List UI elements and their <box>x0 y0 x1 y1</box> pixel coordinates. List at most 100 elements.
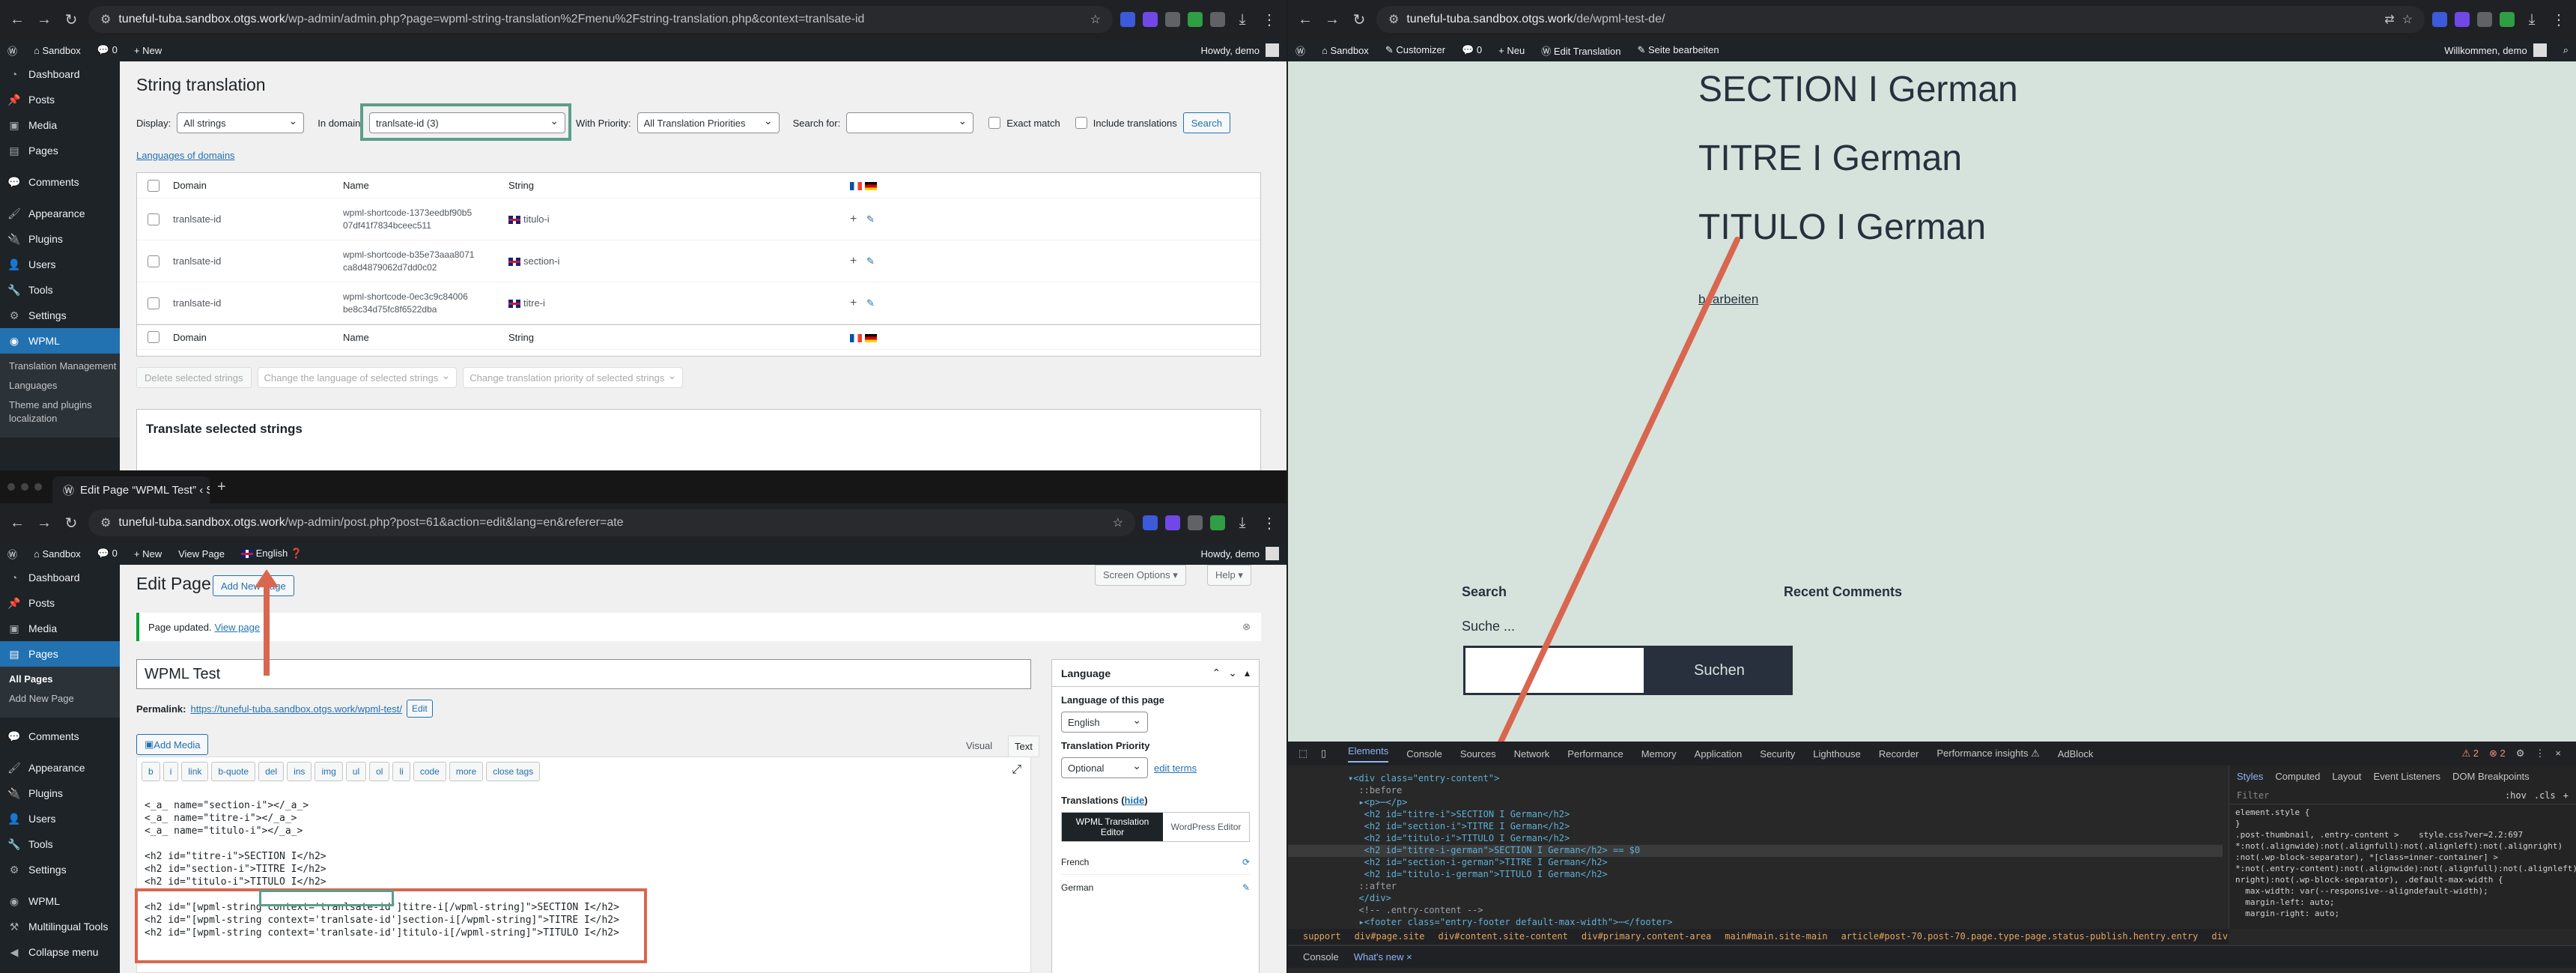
quicktag-button[interactable]: ol <box>369 762 390 781</box>
sidebar-item-posts[interactable]: 📌 Posts <box>0 590 120 616</box>
sidebar-item-settings[interactable]: ⚙ Settings <box>0 303 120 328</box>
quicktag-button[interactable]: b <box>142 762 160 781</box>
collapse-icon[interactable]: ▴ <box>1245 667 1250 679</box>
sidebar-item-appearance[interactable]: 🖌 Appearance <box>0 201 120 226</box>
sidebar-item-pages[interactable]: ▤ Pages <box>0 641 120 667</box>
dom-node-line[interactable]: ▸<footer class="entry-footer default-max… <box>1288 917 2223 929</box>
devtools-tab[interactable]: Performance insights ⚠ <box>1936 748 2039 760</box>
priority-select[interactable]: Optional <box>1061 757 1148 778</box>
warnings-badge[interactable]: ⚠ 2 <box>2462 748 2479 760</box>
devtools-tab[interactable]: Memory <box>1641 748 1677 760</box>
priority-select[interactable]: All Translation Priorities <box>637 112 780 133</box>
sidebar-item-wpml[interactable]: ◉ WPML <box>0 888 120 914</box>
sidebar-item-wpml[interactable]: ◉ WPML <box>0 328 120 354</box>
admin-bar-howdy[interactable]: Howdy, demo <box>1200 548 1260 560</box>
move-down-icon[interactable]: ⌄ <box>1228 667 1237 679</box>
dom-node-line[interactable]: <h2 id="section-i-german">TITRE I German… <box>1288 857 2223 869</box>
admin-bar-howdy[interactable]: Howdy, demo <box>1200 45 1260 56</box>
breadcrumb-item[interactable]: article#post-70.post-70.page.type-page.s… <box>1841 931 2199 942</box>
sidebar-item-posts[interactable]: 📌 Posts <box>0 87 120 112</box>
dom-node-line[interactable]: ▸<p>⋯</p> <box>1288 797 2223 809</box>
devtools-tab[interactable]: Elements <box>1348 745 1389 763</box>
cls-toggle[interactable]: .cls <box>2534 790 2556 801</box>
wpml-editor-tab[interactable]: WPML Translation Editor <box>1062 813 1163 841</box>
site-info-icon[interactable]: ⚙ <box>100 12 111 27</box>
styles-tab[interactable]: Computed <box>2275 771 2320 782</box>
add-media-button[interactable]: ▣ Add Media <box>136 734 209 755</box>
devtools-tab[interactable]: Recorder <box>1879 748 1919 760</box>
dom-node-line[interactable]: ::after <box>1288 881 2223 893</box>
edit-terms-link[interactable]: edit terms <box>1154 763 1197 774</box>
quicktag-button[interactable]: close tags <box>486 762 541 781</box>
download-icon[interactable]: ⤓ <box>1233 515 1252 532</box>
admin-bar-new[interactable]: + New <box>134 45 162 56</box>
dom-node-line[interactable]: <h2 id="titre-i">SECTION I German</h2> <box>1288 809 2223 821</box>
avatar[interactable] <box>1266 547 1279 560</box>
sidebar-item-plugins[interactable]: 🔌 Plugins <box>0 226 120 252</box>
quicktag-button[interactable]: code <box>413 762 446 781</box>
dom-node-line[interactable]: </div> <box>1288 893 2223 905</box>
exact-match-checkbox[interactable] <box>988 117 1001 129</box>
tab-visual[interactable]: Visual <box>966 740 992 751</box>
sidebar-item-tools[interactable]: 🔧 Tools <box>0 277 120 303</box>
menu-dots-icon[interactable]: ⋮ <box>1260 514 1279 533</box>
sidebar-item-plugins[interactable]: 🔌 Plugins <box>0 780 120 806</box>
address-bar[interactable]: ⚙ tuneful-tuba.sandbox.otgs.work/wp-admi… <box>88 509 1135 536</box>
sync-icon[interactable]: ⟳ <box>1242 857 1250 867</box>
browser-tab[interactable]: ⓌEdit Page “WPML Test” ‹ Sand× <box>52 476 210 503</box>
devtools-tab[interactable]: Lighthouse <box>1813 748 1861 760</box>
breadcrumb-item[interactable]: div#primary.content-area <box>1582 931 1711 942</box>
new-tab-icon[interactable]: + <box>217 479 226 496</box>
menu-dots-icon[interactable]: ⋮ <box>1260 10 1279 29</box>
sidebar-item-tools[interactable]: 🔧 Tools <box>0 831 120 857</box>
styles-tab[interactable]: DOM Breakpoints <box>2452 771 2530 782</box>
errors-badge[interactable]: ⊗ 2 <box>2489 748 2506 760</box>
dom-node-line[interactable]: <h2 id="titulo-i">TITULO I German</h2> <box>1288 833 2223 845</box>
wp-editor-tab[interactable]: WordPress Editor <box>1163 813 1249 841</box>
permalink-link[interactable]: https://tuneful-tuba.sandbox.otgs.work/w… <box>190 703 402 715</box>
delete-selected-button[interactable]: Delete selected strings <box>136 367 252 388</box>
download-icon[interactable]: ⤓ <box>1233 11 1252 28</box>
submenu-add-new-page[interactable]: Add New Page <box>9 692 120 706</box>
dom-node-line[interactable]: ::before <box>1288 785 2223 797</box>
extension-icon[interactable] <box>1143 515 1158 530</box>
permalink-edit-button[interactable]: Edit <box>407 700 433 718</box>
back-icon[interactable]: ← <box>7 11 27 28</box>
search-input[interactable] <box>846 112 974 133</box>
admin-bar-comments[interactable]: 💬 0 <box>97 548 118 560</box>
sidebar-item-collapse-menu[interactable]: ◀ Collapse menu <box>0 939 120 965</box>
styles-tab[interactable]: Layout <box>2332 771 2361 782</box>
quicktag-button[interactable]: link <box>181 762 209 781</box>
sidebar-item-pages[interactable]: ▤ Pages <box>0 138 120 163</box>
sidebar-item-multilingual-tools[interactable]: ⚒ Multilingual Tools <box>0 914 120 939</box>
sidebar-item-dashboard[interactable]: ◔ Dashboard <box>0 565 120 590</box>
breadcrumb-item[interactable]: div.entry-content <box>2211 931 2229 942</box>
sidebar-item-dashboard[interactable]: ◔ Dashboard <box>0 61 120 87</box>
devtools-tab[interactable]: Application <box>1695 748 1743 760</box>
view-page-link[interactable]: View page <box>215 622 260 633</box>
extension-icon[interactable] <box>1120 12 1135 27</box>
breadcrumb-item[interactable]: support <box>1303 931 1341 942</box>
extension-icon[interactable] <box>1165 515 1180 530</box>
sidebar-item-users[interactable]: 👤 Users <box>0 252 120 277</box>
breadcrumb-item[interactable]: div#page.site <box>1355 931 1425 942</box>
extension-icon[interactable] <box>1188 12 1203 27</box>
devtools-tab[interactable]: Sources <box>1460 748 1496 760</box>
fullscreen-icon[interactable]: ⤢ <box>1012 763 1021 777</box>
quicktag-button[interactable]: more <box>449 762 484 781</box>
address-bar[interactable]: ⚙ tuneful-tuba.sandbox.otgs.work/wp-admi… <box>88 6 1113 33</box>
wp-logo-icon[interactable]: Ⓦ <box>7 43 17 58</box>
post-title-input[interactable]: WPML Test <box>136 659 1031 689</box>
admin-bar-site[interactable]: ⌂ Sandbox <box>34 45 81 56</box>
dom-node-line[interactable]: <h2 id="titre-i-german">SECTION I German… <box>1288 845 2223 857</box>
edit-pencil-icon[interactable]: ✎ <box>866 297 875 309</box>
edit-pencil-icon[interactable]: ✎ <box>866 255 875 267</box>
edit-pencil-icon[interactable]: ✎ <box>866 213 875 225</box>
elements-tree[interactable]: ▾<div class="entry-content"> ::before ▸<… <box>1288 772 2223 927</box>
edit-pencil-icon[interactable]: ✎ <box>1242 882 1250 893</box>
drawer-tab[interactable]: What's new × <box>1354 951 1412 963</box>
close-icon[interactable]: × <box>2555 748 2561 760</box>
styles-tab[interactable]: Styles <box>2237 771 2263 782</box>
quicktag-button[interactable]: b-quote <box>211 762 256 781</box>
quicktag-button[interactable]: ul <box>345 762 367 781</box>
